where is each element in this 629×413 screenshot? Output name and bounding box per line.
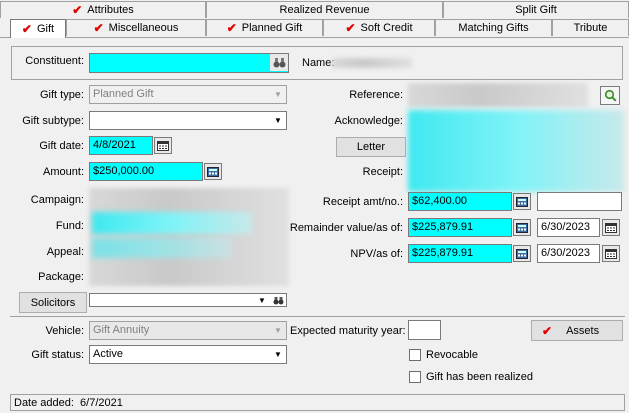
tab-soft-credit[interactable]: ✔ Soft Credit [323, 19, 435, 36]
remainder-date-field[interactable]: 6/30/2023 [537, 218, 600, 237]
name-value-redacted [332, 58, 412, 68]
maturity-year-field[interactable] [408, 320, 441, 340]
npv-date-field[interactable]: 6/30/2023 [537, 244, 600, 263]
gift-status-label: Gift status: [31, 349, 84, 361]
amount-field[interactable]: $250,000.00 [89, 162, 203, 181]
remainder-value-field[interactable]: $225,879.91 [408, 218, 512, 237]
fund-field-redacted[interactable] [92, 212, 252, 234]
calculator-icon[interactable] [513, 193, 531, 210]
calendar-icon[interactable] [154, 137, 172, 154]
chevron-down-icon: ▼ [274, 326, 282, 335]
appeal-field-redacted[interactable] [92, 238, 232, 258]
divider [10, 316, 625, 317]
gift-subtype-select[interactable]: ▼ [89, 111, 287, 130]
assets-button[interactable]: ✔ Assets [531, 320, 623, 341]
binoculars-icon[interactable] [270, 294, 286, 306]
chevron-down-icon: ▼ [258, 295, 266, 305]
npv-label: NPV/as of: [350, 248, 403, 260]
tab-realized-revenue[interactable]: Realized Revenue [206, 1, 443, 18]
calculator-icon[interactable] [513, 219, 531, 236]
gift-realized-checkbox[interactable] [409, 371, 421, 383]
chevron-down-icon: ▼ [274, 350, 282, 359]
calendar-icon[interactable] [602, 219, 620, 236]
gift-type-select[interactable]: Planned Gift ▼ [89, 85, 287, 104]
receipt-amt-field[interactable]: $62,400.00 [408, 192, 512, 211]
amount-label: Amount: [43, 166, 84, 178]
tab-gift[interactable]: ✔ Gift [10, 19, 66, 38]
appeal-label: Appeal: [46, 246, 84, 258]
package-label: Package: [38, 271, 84, 283]
campaign-label: Campaign: [30, 194, 84, 206]
gift-status-select[interactable]: Active ▼ [89, 345, 287, 364]
remainder-label: Remainder value/as of: [289, 222, 403, 234]
check-icon: ✔ [345, 21, 356, 35]
gift-date-field[interactable]: 4/8/2021 [89, 136, 153, 155]
status-bar: Date added: 6/7/2021 [10, 394, 625, 411]
tab-row-bottom: ✔ Gift ✔ Miscellaneous ✔ Planned Gift ✔ Soft… [0, 19, 629, 38]
chevron-down-icon: ▼ [274, 116, 282, 125]
acknowledge-label: Acknowledge: [334, 115, 404, 127]
name-label: Name: [302, 57, 335, 69]
reference-field-redacted[interactable] [408, 83, 588, 107]
check-icon: ✔ [93, 21, 104, 35]
tab-matching-gifts[interactable]: Matching Gifts [435, 19, 552, 36]
check-icon: ✔ [542, 323, 553, 338]
gift-subtype-label: Gift subtype: [22, 115, 84, 127]
tab-split-gift[interactable]: Split Gift [443, 1, 629, 18]
maturity-year-label: Expected maturity year: [290, 325, 406, 337]
solicitors-field[interactable]: ▼ [89, 293, 287, 307]
check-icon: ✔ [226, 21, 237, 35]
vehicle-select[interactable]: Gift Annuity ▼ [89, 321, 287, 340]
receipt-label: Receipt: [362, 166, 403, 178]
gift-realized-label: Gift has been realized [426, 371, 534, 383]
solicitors-button[interactable]: Solicitors [19, 292, 87, 313]
gift-type-label: Gift type: [39, 89, 84, 101]
redacted-campaign-fund-area [89, 188, 289, 286]
tab-tribute[interactable]: Tribute [552, 19, 629, 36]
calculator-icon[interactable] [513, 245, 531, 262]
search-icon[interactable] [600, 86, 620, 105]
check-icon: ✔ [72, 3, 83, 17]
tab-attributes[interactable]: ✔ Attributes [0, 1, 206, 18]
gift-date-label: Gift date: [39, 140, 84, 152]
check-icon: ✔ [21, 22, 32, 36]
reference-label: Reference: [349, 89, 403, 101]
binoculars-icon[interactable] [270, 54, 288, 71]
npv-value-field[interactable]: $225,879.91 [408, 244, 512, 263]
revocable-checkbox[interactable] [409, 349, 421, 361]
letter-button[interactable]: Letter [336, 137, 406, 157]
tab-planned-gift[interactable]: ✔ Planned Gift [206, 19, 323, 36]
acknowledge-receipt-redacted[interactable] [408, 110, 624, 192]
constituent-label: Constituent: [25, 55, 84, 67]
receipt-amt-label: Receipt amt/no.: [322, 196, 403, 208]
vehicle-label: Vehicle: [45, 325, 84, 337]
constituent-field[interactable] [89, 53, 289, 73]
calculator-icon[interactable] [204, 163, 222, 180]
revocable-label: Revocable [426, 349, 478, 361]
date-added-text: Date added: 6/7/2021 [14, 397, 123, 409]
chevron-down-icon: ▼ [274, 90, 282, 99]
tab-miscellaneous[interactable]: ✔ Miscellaneous [66, 19, 206, 36]
receipt-number-field[interactable] [537, 192, 622, 211]
fund-label: Fund: [55, 220, 84, 232]
tab-row-top: ✔ Attributes Realized Revenue Split Gift [0, 1, 629, 19]
calendar-icon[interactable] [602, 245, 620, 262]
